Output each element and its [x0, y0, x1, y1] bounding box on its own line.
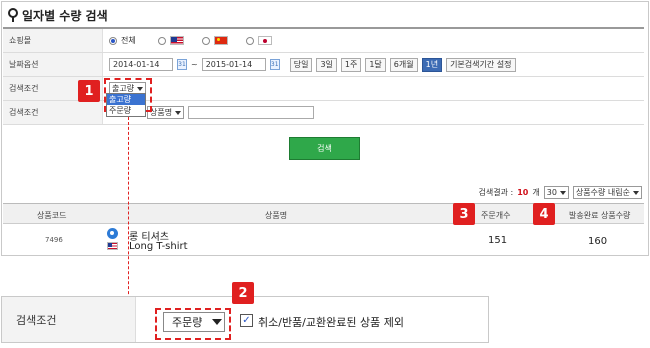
sort-select[interactable]: 상품수량 내림순 [572, 186, 642, 199]
quick-6month-button[interactable]: 6개월 [389, 57, 418, 72]
period-label: 날짜옵션 [3, 53, 103, 76]
map-pin-icon [8, 8, 18, 22]
chevron-down-icon [175, 110, 182, 115]
result-unit: 개 [532, 188, 540, 197]
search-button[interactable]: 검색 [289, 137, 360, 160]
row-period: 날짜옵션 2014-01-14 31 ~ 2015-01-14 31 당일 3일… [3, 53, 644, 77]
quick-today-button[interactable]: 당일 [289, 57, 313, 72]
page-size-value: 30 [546, 188, 557, 197]
us-flag-icon [107, 242, 118, 250]
page-title: 일자별 수량 검색 [22, 8, 108, 23]
badge-4: 4 [533, 203, 555, 225]
date-separator: ~ [191, 60, 198, 69]
mall-label: 쇼핑몰 [3, 29, 103, 52]
highlight-box-2 [155, 308, 231, 340]
quick-1year-button[interactable]: 1년 [421, 57, 443, 72]
product-code: 7496 [45, 236, 63, 244]
shipped-count: 160 [588, 236, 608, 247]
dropdown-option-ordered[interactable]: 주문량 [107, 105, 145, 116]
page-size-select[interactable]: 30 [543, 186, 569, 199]
cond1-dropdown: 출고량 주문량 [106, 93, 146, 117]
quick-1week-button[interactable]: 1주 [340, 57, 362, 72]
quick-1month-button[interactable]: 1달 [365, 57, 386, 72]
radio-us[interactable] [157, 36, 166, 45]
us-flag-icon [169, 36, 184, 45]
zoom-condition-label: 검색조건 [2, 297, 136, 342]
badge-3: 3 [453, 203, 475, 225]
dropdown-option-shipped[interactable]: 출고량 [107, 94, 145, 105]
badge-1: 1 [78, 80, 100, 102]
radio-all[interactable] [109, 36, 117, 45]
th-code: 상품코드 [37, 211, 67, 220]
ordered-count: 151 [488, 235, 508, 246]
cond2-select-value: 상품명 [150, 108, 173, 117]
jp-flag-icon [257, 36, 272, 45]
result-bar: 검색결과 : 10 개 30 상품수량 내림순 [479, 186, 642, 199]
cn-flag-icon [213, 36, 228, 45]
radio-all-label: 전체 [121, 36, 136, 45]
row-mall: 쇼핑몰 전체 [3, 29, 644, 53]
th-name: 상품명 [265, 211, 288, 220]
th-ordered: 주문개수 [481, 211, 511, 220]
badge-2: 2 [232, 282, 254, 304]
exclude-checkbox[interactable]: ✓ [240, 314, 253, 327]
chevron-down-icon [559, 190, 566, 195]
cond2-label: 검색조건 [3, 101, 103, 124]
kr-mall-icon [107, 228, 118, 239]
connector-line [128, 112, 129, 324]
sort-value: 상품수량 내림순 [575, 188, 630, 197]
radio-jp[interactable] [245, 36, 254, 45]
search-form: 쇼핑몰 전체 날짜옵션 2014-01-14 31 ~ 2015-01-14 3… [3, 27, 644, 125]
end-date-input[interactable]: 2015-01-14 [201, 58, 266, 71]
start-date-input[interactable]: 2014-01-14 [109, 58, 173, 71]
result-count: 10 [517, 188, 529, 197]
th-shipped: 발송완료 상품수량 [569, 211, 631, 220]
radio-cn[interactable] [201, 36, 210, 45]
table-row[interactable]: 7496 롱 티셔츠 Long T-shirt 151 160 [3, 225, 644, 255]
exclude-checkbox-label: 취소/반품/교환완료된 상품 제외 [258, 316, 404, 329]
cond2-select[interactable]: 상품명 [147, 106, 185, 119]
keyword-input[interactable] [188, 106, 315, 119]
calendar-icon[interactable]: 31 [269, 59, 280, 70]
product-name-en: Long T-shirt [129, 241, 188, 252]
row-cond2: 검색조건 상품명 [3, 101, 644, 125]
calendar-icon[interactable]: 31 [177, 59, 187, 70]
quick-3day-button[interactable]: 3일 [316, 57, 337, 72]
chevron-down-icon [633, 190, 639, 195]
result-label: 검색결과 : [478, 188, 514, 197]
panel-header: 일자별 수량 검색 [8, 6, 108, 24]
default-period-button[interactable]: 기본검색기간 설정 [446, 57, 516, 72]
